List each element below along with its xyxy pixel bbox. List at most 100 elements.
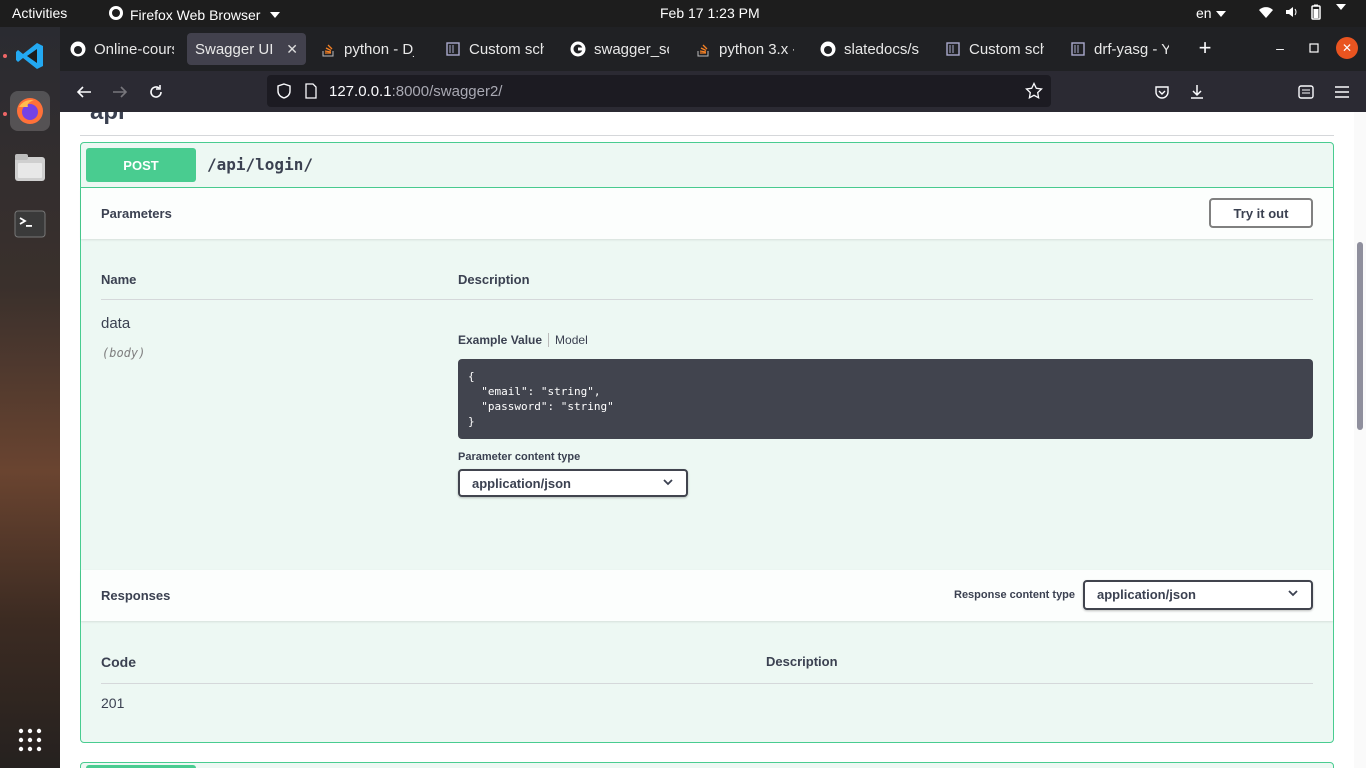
- divider: [101, 683, 1313, 684]
- browser-tab[interactable]: Custom sche: [937, 33, 1052, 65]
- browser-tab[interactable]: python 3.x -: [687, 33, 802, 65]
- files-icon[interactable]: [10, 148, 50, 188]
- responses-header: Responses Response content type applicat…: [81, 570, 1333, 621]
- select-value: application/json: [1097, 587, 1196, 602]
- activities-button[interactable]: Activities: [12, 5, 67, 21]
- example-code-block[interactable]: { "email": "string", "password": "string…: [458, 359, 1313, 439]
- page-info-icon[interactable]: [304, 83, 318, 103]
- tab-title: drf-yasg - Ye: [1094, 40, 1169, 58]
- clock[interactable]: Feb 17 1:23 PM: [660, 5, 760, 21]
- maximize-icon[interactable]: [1303, 37, 1325, 59]
- tab-title: slatedocs/sl: [844, 40, 919, 58]
- tab-title: Custom sche: [469, 40, 544, 58]
- app-menu-label: Firefox Web Browser: [130, 6, 261, 23]
- forward-icon[interactable]: [109, 81, 131, 103]
- parameter-content-type-select[interactable]: application/json: [458, 469, 688, 497]
- parameter-content-type-label: Parameter content type: [458, 451, 581, 463]
- firefox-icon: [108, 5, 124, 24]
- tab-title: swagger_sc: [594, 40, 669, 58]
- dock: [0, 27, 60, 768]
- column-header-description: Description: [458, 272, 530, 287]
- close-window-icon[interactable]: ✕: [1336, 37, 1358, 59]
- chevron-down-icon: [662, 476, 674, 491]
- stackoverflow-icon: [695, 41, 711, 57]
- terminal-icon[interactable]: [10, 204, 50, 244]
- try-it-out-button[interactable]: Try it out: [1209, 198, 1313, 228]
- method-badge: POST: [86, 148, 196, 182]
- docs-icon: [1070, 41, 1086, 57]
- wifi-icon: [1258, 4, 1274, 23]
- reader-view-icon[interactable]: [1295, 81, 1317, 103]
- app-grid-icon[interactable]: [10, 720, 50, 760]
- response-code: 201: [101, 695, 125, 711]
- parameters-title: Parameters: [101, 206, 172, 221]
- language-label: en: [1196, 5, 1212, 21]
- tab-title: Custom sche: [969, 40, 1044, 58]
- url-path: :8000/swagger2/: [391, 83, 503, 100]
- column-header-description: Description: [766, 654, 838, 669]
- battery-icon: [1310, 4, 1322, 23]
- scrollbar-thumb[interactable]: [1357, 242, 1363, 430]
- hamburger-menu-icon[interactable]: [1331, 81, 1353, 103]
- operation-path: /api/login/: [207, 155, 313, 174]
- shield-icon[interactable]: [276, 83, 292, 103]
- reload-icon[interactable]: [145, 81, 167, 103]
- volume-icon: [1284, 4, 1300, 23]
- stackoverflow-icon: [320, 41, 336, 57]
- browser-tab[interactable]: swagger_sc: [562, 33, 677, 65]
- close-tab-icon[interactable]: ✕: [286, 41, 298, 58]
- system-tray[interactable]: [1258, 4, 1346, 23]
- response-content-type-label: Response content type: [954, 589, 1076, 601]
- response-content-type-select[interactable]: application/json: [1083, 580, 1313, 610]
- tab-title: Online-cours: [94, 40, 174, 58]
- parameter-location: (body): [102, 346, 146, 360]
- vscode-icon[interactable]: [10, 36, 50, 76]
- app-menu[interactable]: Firefox Web Browser: [108, 5, 281, 24]
- bookmark-star-icon[interactable]: [1025, 81, 1043, 104]
- tab-bar: Online-cours Swagger UI ✕ python - Dja C…: [60, 27, 1366, 71]
- running-indicator: [3, 112, 7, 116]
- parameters-header: Parameters Try it out: [81, 188, 1333, 239]
- operation-block-post: POST /api/login/ Parameters Try it out N…: [80, 142, 1334, 743]
- minimize-icon[interactable]: –: [1269, 37, 1291, 59]
- column-header-name: Name: [101, 272, 137, 287]
- parameter-name: data: [101, 315, 131, 332]
- operation-summary[interactable]: POST /api/login/: [81, 143, 1333, 188]
- chevron-down-icon: [1215, 11, 1226, 18]
- browser-tab-active[interactable]: Swagger UI ✕: [187, 33, 306, 65]
- url-bar[interactable]: 127.0.0.1:8000/swagger2/: [267, 75, 1051, 107]
- tab-model[interactable]: Model: [549, 333, 588, 347]
- page-scrollbar[interactable]: [1354, 112, 1366, 768]
- chevron-down-icon: [1336, 4, 1346, 10]
- pocket-icon[interactable]: [1151, 81, 1173, 103]
- browser-tab[interactable]: python - Dja: [312, 33, 422, 65]
- url-text: 127.0.0.1:8000/swagger2/: [329, 83, 502, 100]
- docs-icon: [445, 41, 461, 57]
- operation-block-next[interactable]: [80, 762, 1334, 768]
- downloads-icon[interactable]: [1186, 81, 1208, 103]
- chevron-down-icon: [1287, 587, 1299, 602]
- browser-tab[interactable]: slatedocs/sl: [812, 33, 927, 65]
- navigation-toolbar: 127.0.0.1:8000/swagger2/: [60, 71, 1366, 112]
- github-icon: [820, 41, 836, 57]
- tab-example-value[interactable]: Example Value: [458, 333, 550, 347]
- browser-tab[interactable]: drf-yasg - Ye: [1062, 33, 1177, 65]
- responses-title: Responses: [101, 588, 171, 603]
- tab-title: python - Dja: [344, 40, 414, 58]
- browser-tab[interactable]: Online-cours: [62, 33, 182, 65]
- example-tabs: Example Value Model: [458, 333, 588, 347]
- system-top-bar: Activities Firefox Web Browser Feb 17 1:…: [0, 0, 1366, 27]
- github-icon: [70, 41, 86, 57]
- language-indicator[interactable]: en: [1196, 5, 1226, 21]
- url-host: 127.0.0.1: [329, 83, 392, 100]
- tab-title: python 3.x -: [719, 40, 794, 58]
- new-tab-icon[interactable]: +: [1194, 35, 1216, 60]
- chevron-down-icon: [270, 11, 281, 18]
- browser-tab[interactable]: Custom sche: [437, 33, 552, 65]
- divider: [80, 135, 1334, 136]
- tag-heading[interactable]: api: [90, 112, 125, 126]
- tab-title: Swagger UI: [195, 40, 274, 58]
- running-indicator: [3, 54, 7, 58]
- back-icon[interactable]: [73, 81, 95, 103]
- firefox-icon[interactable]: [10, 91, 50, 131]
